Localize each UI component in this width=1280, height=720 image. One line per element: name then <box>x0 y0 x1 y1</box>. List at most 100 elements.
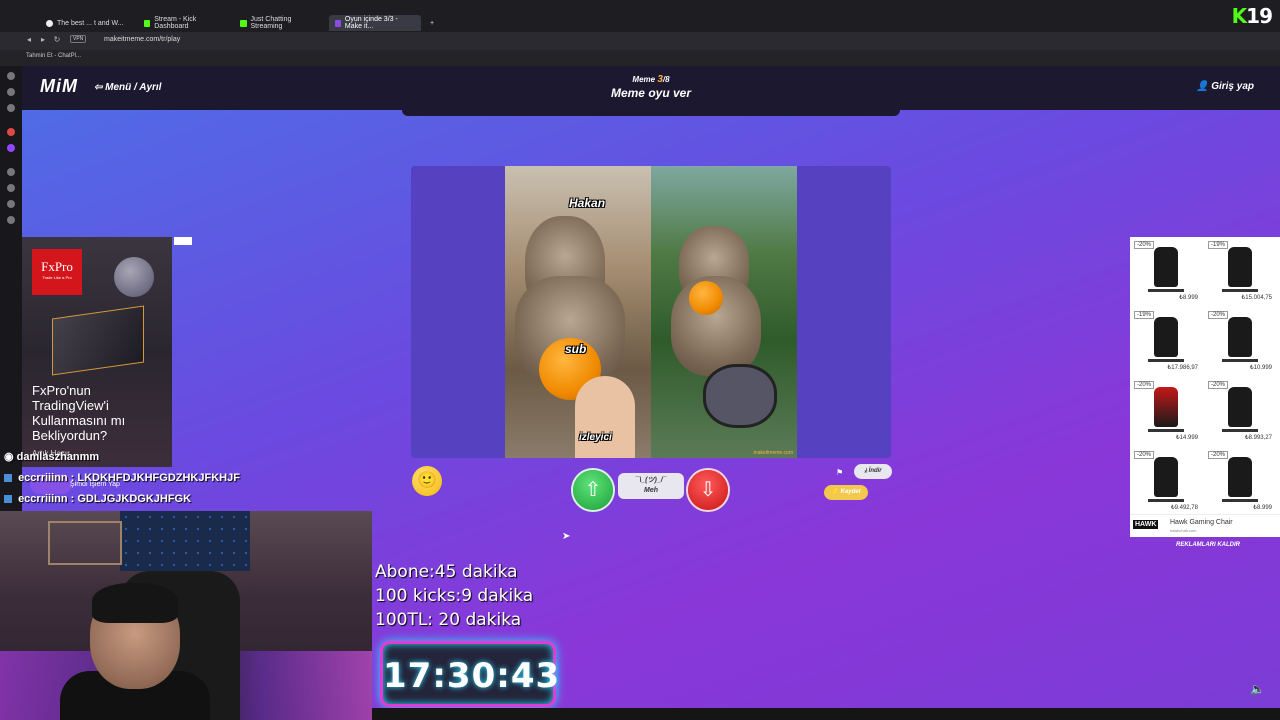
address-bar: ◂ ▸ ↻ VPN makeitmeme.com/tr/play <box>0 32 1280 77</box>
chair-image <box>1154 387 1178 427</box>
ad-footer[interactable]: HAWK Hawk Gaming Chair hawkchair.com <box>1130 514 1280 537</box>
site-header: MiM ⇦ Menü / Ayrıl Meme 3/8 Meme oyu ver… <box>22 66 1280 110</box>
chair-base <box>1148 429 1184 432</box>
chair-image <box>1154 247 1178 287</box>
upvote-button[interactable]: ⇧ <box>573 470 613 510</box>
settings-icon[interactable] <box>7 216 15 224</box>
ad-headline: FxPro'nun TradingView'i Kullanmasını mı … <box>32 383 126 443</box>
mim-icon <box>335 19 341 27</box>
ad-decoration <box>52 305 144 376</box>
download-button[interactable]: ⤓ İndir <box>854 464 892 479</box>
chair-base <box>1148 359 1184 362</box>
tab-label: The best ... t and W... <box>57 19 124 27</box>
bookmark-item[interactable]: Tahmin Et - ChatPl... <box>26 53 81 59</box>
vpn-badge[interactable]: VPN <box>70 35 87 43</box>
chair-base <box>1222 359 1258 362</box>
sidebar-icon[interactable] <box>7 88 15 96</box>
sidebar-icon[interactable] <box>7 128 15 136</box>
downvote-button[interactable]: ⇩ <box>688 470 728 510</box>
sidebar-icon[interactable] <box>7 104 15 112</box>
webcam-feed <box>0 511 372 720</box>
fxpro-ad[interactable]: FxPro Trade Like a Pro FxPro'nun Trading… <box>22 237 192 467</box>
discount-badge: -20% <box>1134 241 1155 249</box>
sidebar-icon[interactable] <box>7 200 15 208</box>
volume-icon[interactable]: 🔈 <box>1250 682 1265 696</box>
tab-just-chatting[interactable]: Just Chatting Streaming <box>234 15 326 31</box>
tab-label: Oyun içinde 3/3 - Make it... <box>344 16 398 30</box>
browser-tab-bar: The best ... t and W... Stream - Kick Da… <box>0 0 1280 32</box>
discount-badge: -20% <box>1208 451 1229 459</box>
twitch-icon[interactable] <box>7 144 15 152</box>
ad-product[interactable]: -20% ₺10.999 <box>1206 309 1274 375</box>
ad-product[interactable]: -20% ₺8.993,27 <box>1206 379 1274 445</box>
meme-frame: Hakan sub izleyici makeitmeme.com <box>411 166 891 458</box>
remove-ads-link[interactable]: REKLAMLARI KALDIR <box>1176 542 1240 548</box>
chair-base <box>1148 289 1184 292</box>
save-button[interactable]: ⭐ Kaydet <box>824 485 868 500</box>
chair-base <box>1148 499 1184 502</box>
mouse-cursor: ➤ <box>562 531 571 542</box>
price-label: ₺8.993,27 <box>1244 435 1272 441</box>
back-icon[interactable]: ◂ <box>24 35 34 45</box>
stat-line: 100 kicks:9 dakika <box>375 586 534 606</box>
adchoices-icon[interactable] <box>174 237 192 245</box>
ad-product[interactable]: -20% ₺14.999 <box>1132 379 1200 445</box>
hawk-logo: HAWK <box>1133 520 1159 529</box>
tab-label: Stream - Kick Dashboard <box>154 16 197 30</box>
report-flag-icon[interactable]: ⚑ <box>836 468 843 477</box>
emoji-reaction-button[interactable]: 🙂 <box>412 466 442 496</box>
tab-website[interactable]: The best ... t and W... <box>40 15 132 31</box>
price-label: ₺15.004,75 <box>1241 295 1272 301</box>
stat-line: Abone:45 dakika <box>375 562 518 582</box>
sidebar-icon[interactable] <box>7 72 15 80</box>
login-button[interactable]: 👤 Giriş yap <box>1196 81 1254 92</box>
chair-image <box>1228 247 1252 287</box>
bookmarks-bar: Tahmin Et - ChatPl... <box>0 50 1280 66</box>
page-title: Meme oyu ver <box>610 86 692 100</box>
meme-counter: Meme 3/8 <box>632 74 670 85</box>
tab-kick-dashboard[interactable]: Stream - Kick Dashboard <box>138 15 230 31</box>
chat-message: eccrriiinn : LKDKHFDJKHFGDZHKJFKHJF <box>4 472 240 484</box>
chat-message: ◉ damlaszhanmm <box>4 451 100 463</box>
discount-badge: -20% <box>1134 381 1155 389</box>
meme-caption-top: Hakan <box>569 196 606 210</box>
meme-caption-mid: sub <box>565 342 587 356</box>
chat-message: eccrriiinn : GDLJGJKDGKJHFGK <box>4 493 191 505</box>
gaming-chair-ad[interactable]: -20% ₺8.999 -19% ₺15.004,75 -19% ₺17.986,97 -2… <box>1130 237 1280 537</box>
meme-caption-bottom: izleyici <box>579 432 612 443</box>
ad-product[interactable]: -20% ₺8.999 <box>1206 449 1274 515</box>
price-label: ₺8.999 <box>1253 505 1272 511</box>
ad-product[interactable]: -19% ₺17.986,97 <box>1132 309 1200 375</box>
forward-icon[interactable]: ▸ <box>38 35 48 45</box>
chair-base <box>1222 289 1258 292</box>
discount-badge: -20% <box>1134 451 1155 459</box>
url-field[interactable]: makeitmeme.com/tr/play <box>104 36 180 43</box>
chair-image <box>1228 317 1252 357</box>
tab-label: Just Chatting Streaming <box>250 16 292 30</box>
stat-line: 100TL: 20 dakika <box>375 610 522 630</box>
sidebar-icon[interactable] <box>7 168 15 176</box>
price-label: ₺10.999 <box>1249 365 1272 371</box>
badge-icon <box>4 474 12 483</box>
ad-product[interactable]: -20% ₺9.492,78 <box>1132 449 1200 515</box>
user-icon: 👤 <box>1195 81 1209 92</box>
ad-decoration <box>114 257 154 297</box>
new-tab-button[interactable]: + <box>424 15 438 31</box>
price-label: ₺14.999 <box>1175 435 1198 441</box>
chair-image <box>1228 457 1252 497</box>
fxpro-logo: FxPro Trade Like a Pro <box>32 249 82 295</box>
ad-product[interactable]: -19% ₺15.004,75 <box>1206 239 1274 305</box>
chair-image <box>1228 387 1252 427</box>
reload-icon[interactable]: ↻ <box>52 35 62 45</box>
globe-icon <box>46 19 53 27</box>
meme-watermark: makeitmeme.com <box>753 450 793 456</box>
ad-product[interactable]: -20% ₺8.999 <box>1132 239 1200 305</box>
kick-icon <box>144 19 151 27</box>
meh-button[interactable]: ¯\_(ツ)_/¯ Meh <box>618 473 684 499</box>
discount-badge: -20% <box>1208 311 1229 319</box>
chair-base <box>1222 429 1258 432</box>
tab-makeitmeme[interactable]: Oyun içinde 3/3 - Make it... <box>329 15 421 31</box>
subathon-stats: Abone:45 dakika 100 kicks:9 dakika 100TL… <box>375 560 533 632</box>
timer-value: 17:30:43 <box>383 656 561 696</box>
clock-icon[interactable] <box>7 184 15 192</box>
